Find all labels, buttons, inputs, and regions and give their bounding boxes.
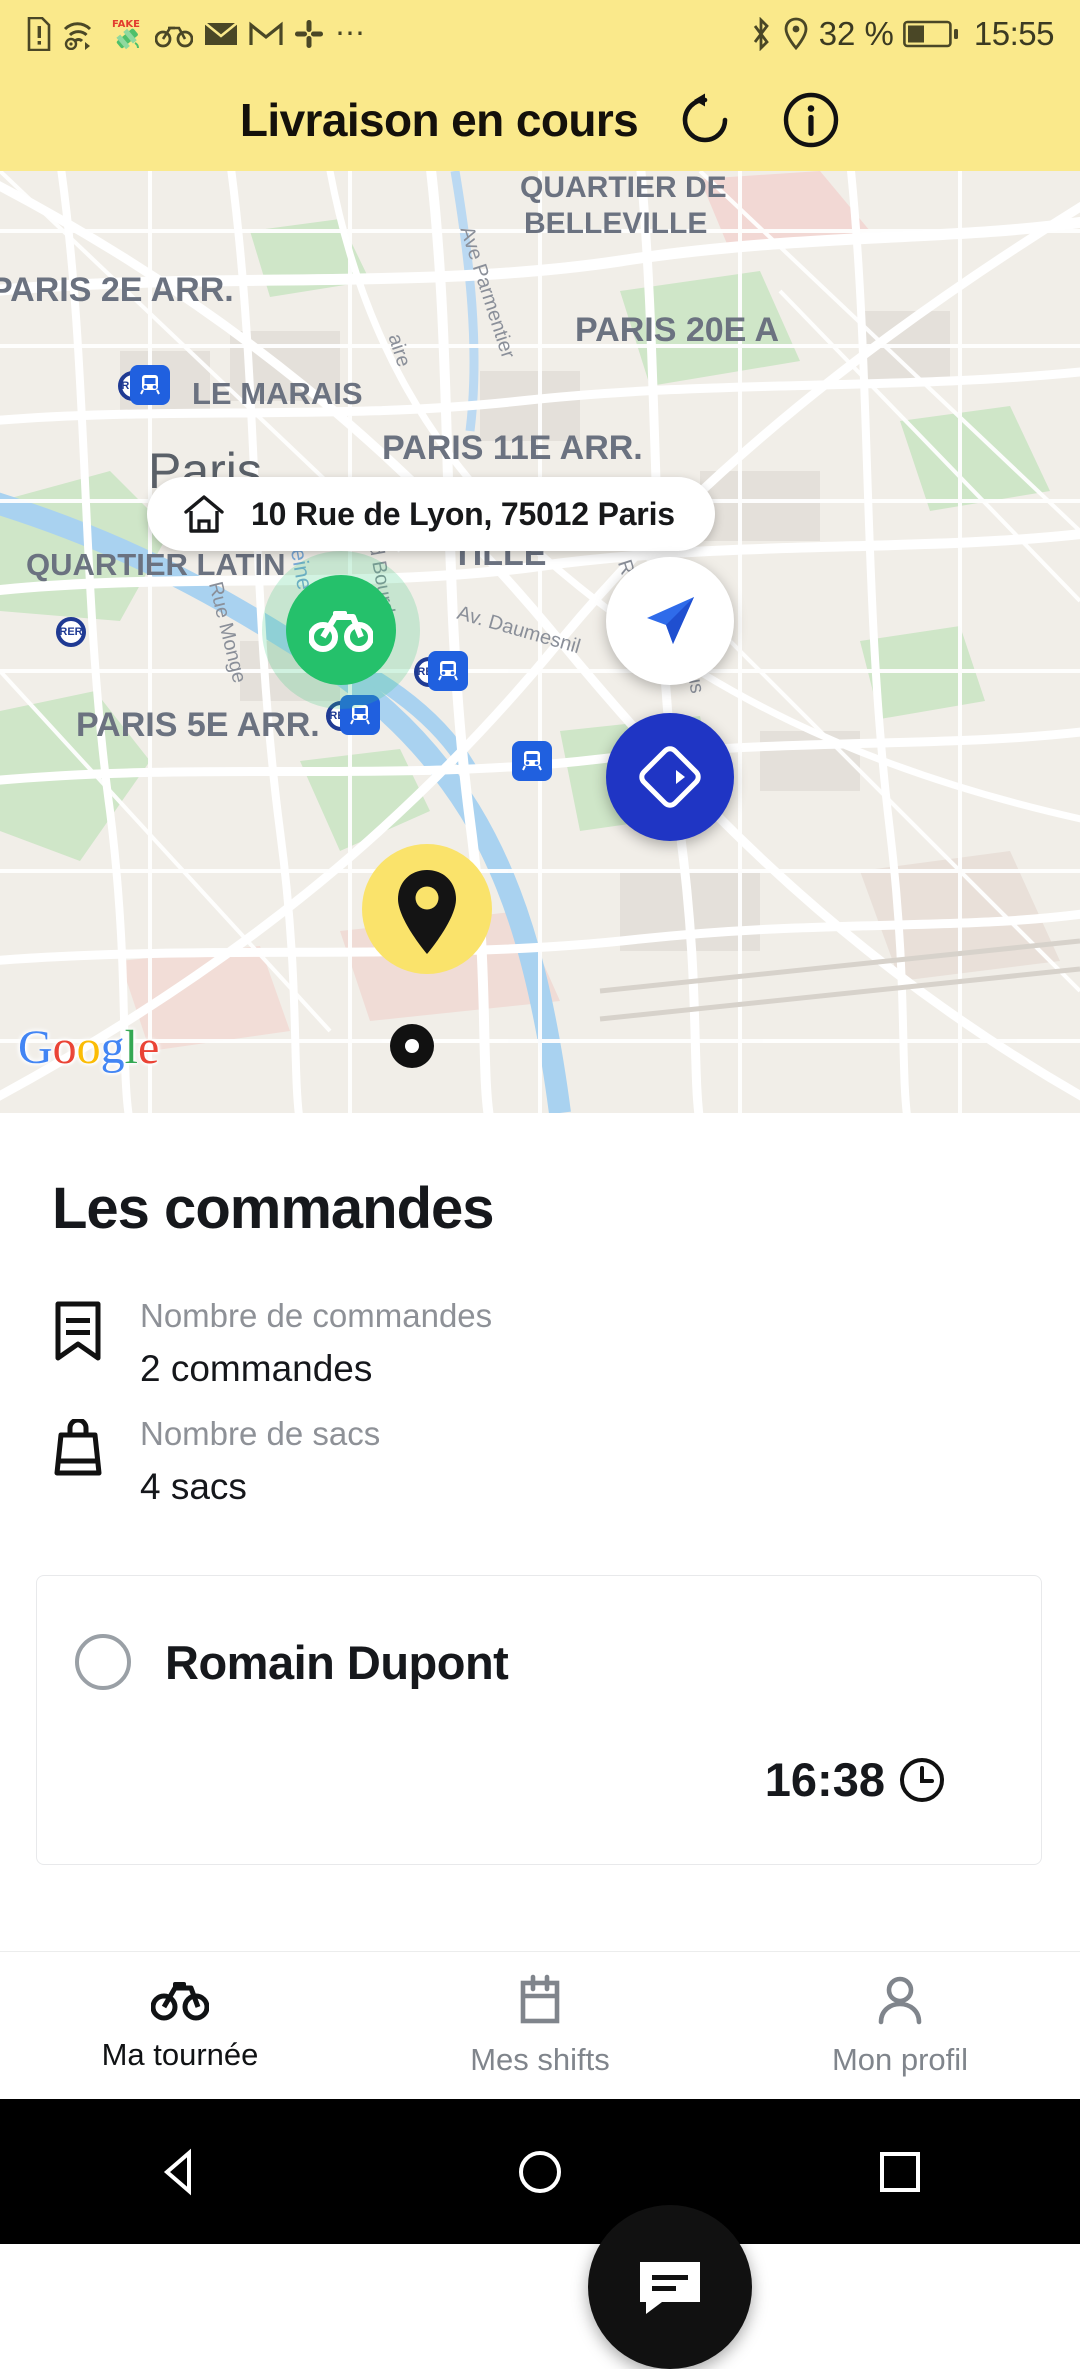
chat-bubble-icon (640, 2262, 700, 2314)
system-navigation-bar (0, 2099, 1080, 2244)
directions-diamond-icon (639, 746, 701, 808)
fake-gps-icon: FAKE (112, 19, 140, 50)
sim-alert-icon (27, 17, 51, 51)
nav-item-mon-profil[interactable]: Mon profil (720, 1952, 1080, 2099)
bottom-navigation: Ma tournée Mes shifts Mon profil (0, 1951, 1080, 2099)
rer-station-icon: RER (56, 617, 86, 647)
app-header: Livraison en cours (0, 68, 1080, 171)
google-attribution: Google (18, 1021, 160, 1074)
wifi-calling-icon (63, 22, 92, 50)
destination-pin-marker[interactable] (390, 866, 464, 963)
open-navigation-button[interactable] (606, 713, 734, 841)
recents-square-icon[interactable] (873, 2145, 927, 2199)
bags-count-label: Nombre de sacs (140, 1415, 381, 1452)
app-header-actions (676, 91, 840, 149)
bluetooth-icon (753, 17, 769, 51)
order-card[interactable]: Romain Dupont 16:38 (36, 1575, 1042, 1865)
refresh-icon[interactable] (676, 91, 734, 149)
navigate-arrow-icon (647, 597, 694, 644)
orders-count-label: Nombre de commandes (140, 1297, 493, 1334)
bicycle-icon (309, 611, 373, 652)
bags-count-value: 4 sacs (140, 1466, 247, 1508)
bike-icon (155, 26, 193, 48)
section-title: Les commandes (52, 1176, 495, 1241)
orders-sheet: Les commandes Nombre de commandes 2 comm… (0, 1113, 1080, 2369)
location-icon (784, 17, 808, 51)
mail-icon (204, 21, 238, 45)
status-bar: FAKE ⋯ 32 % 15:55 (0, 0, 1080, 68)
svg-text:FAKE: FAKE (112, 19, 140, 30)
clock-icon (900, 1757, 944, 1802)
bicycle-icon (151, 1981, 209, 2020)
home-circle-icon[interactable] (513, 2145, 567, 2199)
nav-item-ma-tournee[interactable]: Ma tournée (0, 1952, 360, 2099)
battery-icon (903, 20, 958, 48)
page-title: Livraison en cours (239, 93, 639, 146)
nav-label: Mes shifts (470, 2041, 610, 2077)
status-bar-right-icons: 32 % 15:55 (749, 15, 1055, 53)
chat-button[interactable] (588, 2205, 752, 2369)
map-view[interactable]: QUARTIER DE BELLEVILLE PARIS 2E ARR. PAR… (0, 171, 1080, 1113)
bookmark-icon (52, 1295, 108, 1390)
person-icon (878, 1976, 922, 2024)
delivery-address-chip[interactable]: 10 Rue de Lyon, 75012 Paris (147, 477, 715, 551)
nav-item-mes-shifts[interactable]: Mes shifts (360, 1952, 720, 2099)
order-time: 16:38 (765, 1752, 945, 1807)
status-bar-clock: 15:55 (973, 15, 1055, 52)
slack-icon (295, 20, 323, 48)
metro-station-icon (130, 365, 170, 405)
nav-label: Mon profil (831, 2041, 969, 2077)
customer-name: Romain Dupont (165, 1635, 509, 1689)
info-icon[interactable] (782, 91, 840, 149)
shopping-bag-icon (52, 1413, 108, 1508)
home-icon (184, 495, 224, 533)
map-pin-icon (398, 870, 456, 954)
calendar-icon (520, 1974, 560, 2023)
status-bar-left-icons: FAKE ⋯ (26, 17, 367, 51)
metro-station-icon (512, 741, 552, 781)
orders-count-value: 2 commandes (140, 1348, 373, 1390)
back-triangle-icon[interactable] (153, 2145, 207, 2199)
battery-percent-label: 32 % (818, 15, 894, 52)
delivery-address-text: 10 Rue de Lyon, 75012 Paris (251, 495, 675, 532)
more-dots-icon: ⋯ (335, 17, 367, 50)
recenter-location-button[interactable] (606, 557, 734, 685)
gmail-icon (249, 21, 283, 45)
bags-count-row: Nombre de sacs 4 sacs (52, 1413, 380, 1508)
nav-label: Ma tournée (101, 2036, 259, 2072)
courier-bike-marker[interactable] (286, 575, 396, 685)
order-card-header: Romain Dupont (75, 1634, 509, 1690)
radio-circle-icon[interactable] (75, 1634, 131, 1690)
metro-station-icon (428, 651, 468, 691)
orders-count-row: Nombre de commandes 2 commandes (52, 1295, 492, 1390)
order-time-value: 16:38 (764, 1753, 885, 1806)
current-stop-dot[interactable] (390, 1024, 434, 1068)
